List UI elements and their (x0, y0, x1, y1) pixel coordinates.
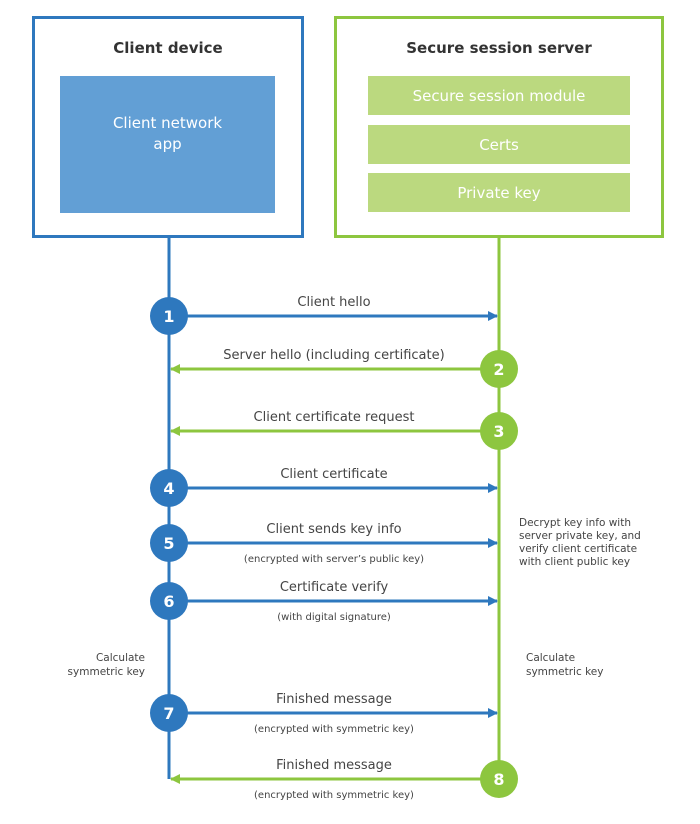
message-label: Server hello (including certificate) (223, 348, 444, 363)
step-4: Client certificate 4 (150, 467, 498, 507)
step-2: Server hello (including certificate) 2 (170, 348, 518, 388)
step-number: 6 (163, 592, 174, 611)
sequence-diagram: Client hello 1 Server hello (including cer… (68, 237, 641, 801)
message-sublabel: (encrypted with symmetric key) (254, 724, 414, 735)
step-number: 5 (163, 534, 174, 553)
step-7: Finished message (encrypted with symmetri… (150, 692, 498, 735)
message-label: Client hello (297, 295, 370, 310)
step-number: 3 (493, 422, 504, 441)
step-number: 2 (493, 360, 504, 379)
step-number: 7 (163, 704, 174, 723)
step-8: Finished message (encrypted with symmetri… (170, 758, 518, 801)
message-label: Client certificate request (254, 410, 415, 425)
message-sublabel: (with digital signature) (277, 612, 391, 623)
step-number: 4 (163, 479, 174, 498)
step-6: Certificate verify (with digital signatur… (150, 580, 498, 623)
note-client-calculate-key: Calculate symmetric key (68, 652, 145, 678)
note-server-calculate-key: Calculate symmetric key (526, 652, 603, 678)
message-label: Client certificate (280, 467, 387, 482)
step-3: Client certificate request 3 (170, 410, 518, 450)
step-number: 8 (493, 770, 504, 789)
message-sublabel: (encrypted with server’s public key) (244, 554, 424, 565)
message-sublabel: (encrypted with symmetric key) (254, 790, 414, 801)
message-label: Certificate verify (280, 580, 389, 595)
message-label: Finished message (276, 692, 392, 707)
step-number: 1 (163, 307, 174, 326)
message-label: Client sends key info (266, 522, 401, 537)
message-label: Finished message (276, 758, 392, 773)
step-5: Client sends key info (encrypted with ser… (150, 522, 498, 565)
step-1: Client hello 1 (150, 295, 498, 335)
note-server-decrypt: Decrypt key info with server private key,… (519, 517, 641, 568)
